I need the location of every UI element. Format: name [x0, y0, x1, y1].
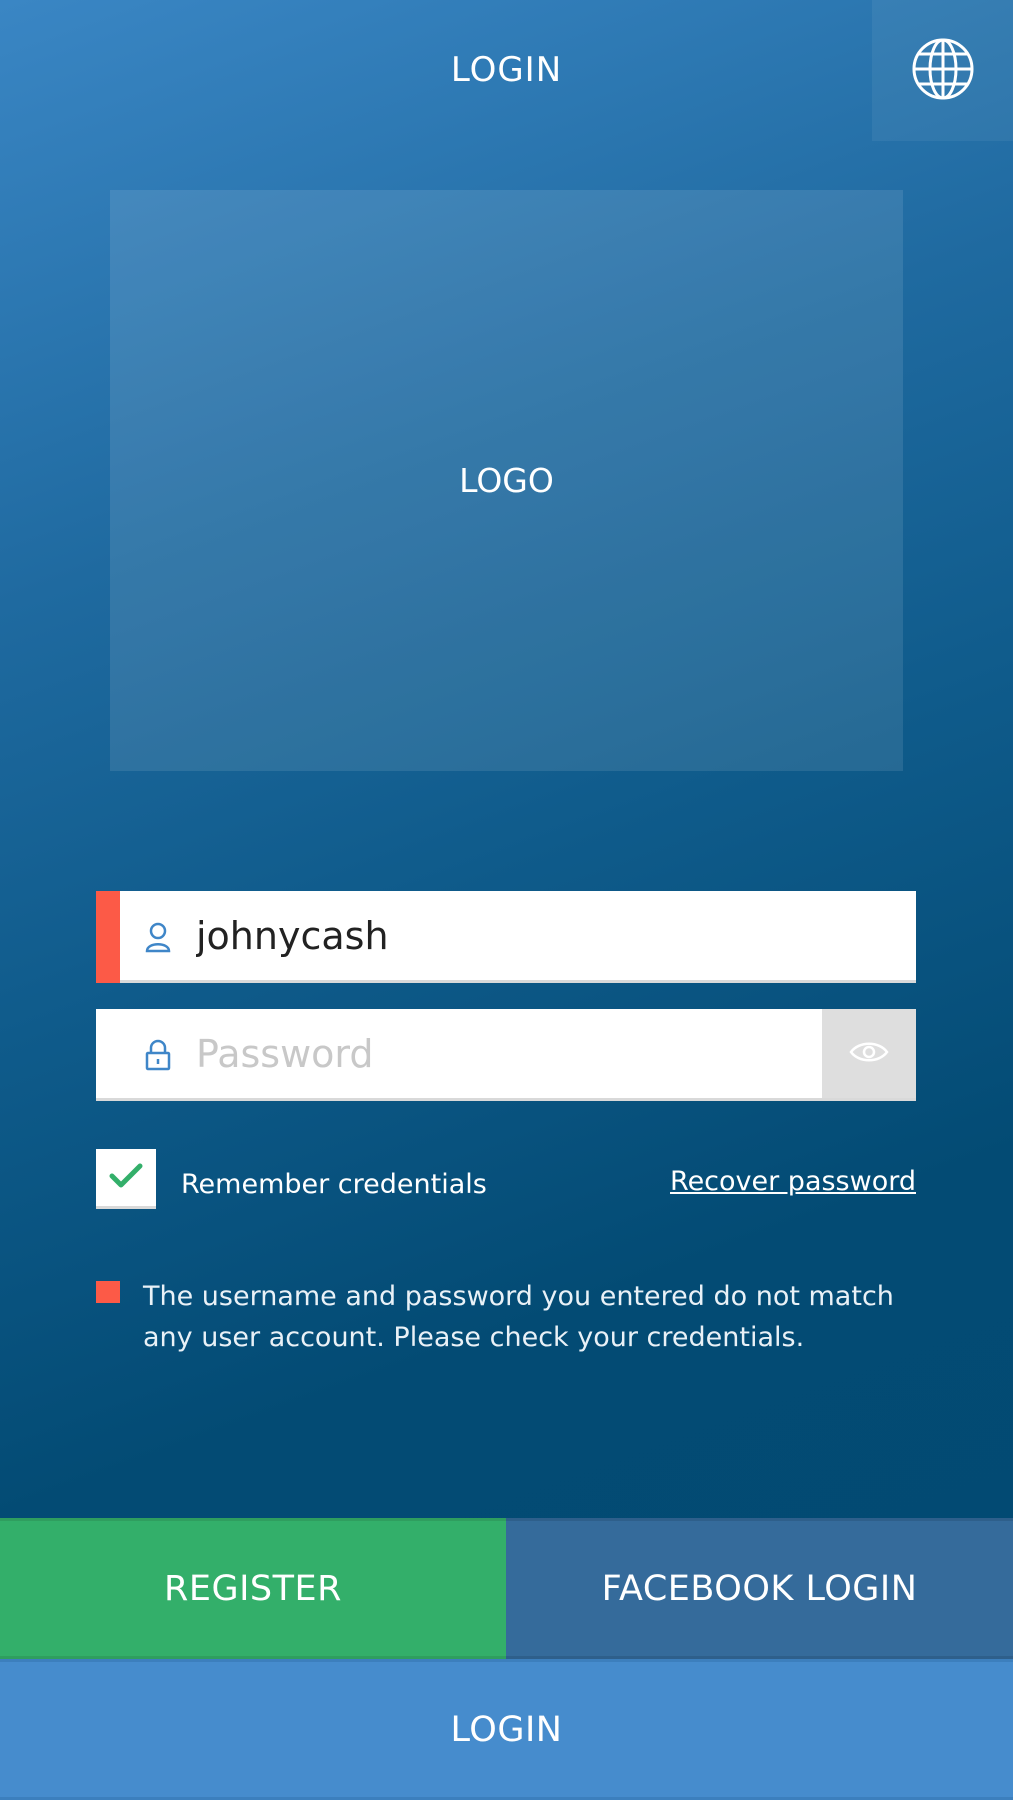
recover-password-link[interactable]: Recover password	[670, 1161, 916, 1203]
user-icon	[142, 919, 174, 955]
error-message: The username and password you entered do…	[143, 1281, 894, 1353]
logo-placeholder: LOGO	[110, 190, 903, 771]
lock-icon	[142, 1037, 174, 1073]
error-indicator-bar	[96, 891, 120, 983]
eye-icon	[849, 1039, 889, 1069]
globe-icon	[911, 37, 975, 105]
remember-label[interactable]: Remember credentials	[181, 1164, 487, 1206]
password-input[interactable]	[196, 1009, 816, 1098]
language-button[interactable]	[872, 0, 1013, 141]
show-password-button[interactable]	[822, 1009, 916, 1098]
login-button[interactable]: LOGIN	[0, 1659, 1013, 1800]
password-field	[96, 1009, 916, 1101]
login-screen: LOGIN LOGO johnycash Remember credential…	[0, 0, 1013, 1800]
register-button[interactable]: REGISTER	[0, 1518, 506, 1659]
username-input[interactable]	[196, 891, 816, 980]
facebook-login-button[interactable]: FACEBOOK LOGIN	[506, 1518, 1013, 1659]
checkmark-icon	[109, 1163, 143, 1193]
page-title: LOGIN	[450, 50, 563, 90]
error-icon	[96, 1281, 120, 1303]
remember-checkbox[interactable]	[96, 1149, 156, 1209]
logo-text: LOGO	[459, 461, 554, 500]
username-field	[96, 891, 916, 983]
